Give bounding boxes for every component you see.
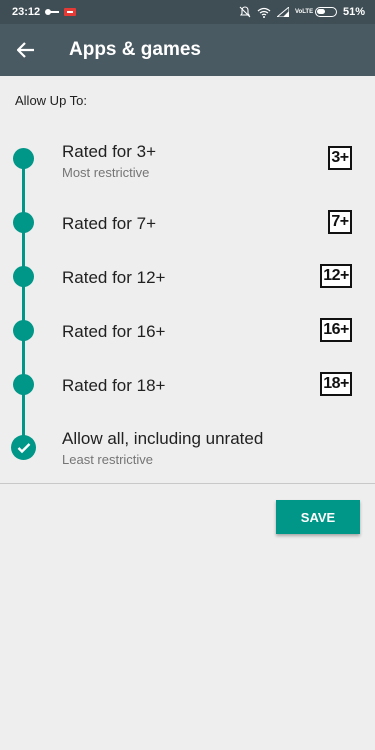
rating-badge-3: 3+ — [328, 146, 352, 170]
option-title: Rated for 18+ — [62, 376, 166, 395]
option-rated-16[interactable]: Rated for 16+ 16+ — [0, 304, 375, 358]
timeline-dot — [13, 212, 34, 233]
battery-icon — [314, 7, 337, 17]
timeline-dot — [13, 266, 34, 287]
status-left: 23:12 — [12, 0, 77, 24]
app-bar: Apps & games — [0, 24, 375, 76]
option-rated-7[interactable]: Rated for 7+ 7+ — [0, 196, 375, 250]
option-rated-12[interactable]: Rated for 12+ 12+ — [0, 250, 375, 304]
option-title: Rated for 7+ — [62, 214, 157, 233]
rating-badge-18: 18+ — [320, 372, 352, 396]
notification-icon — [64, 8, 77, 16]
option-allow-all[interactable]: Allow all, including unrated Least restr… — [0, 420, 375, 476]
option-title: Rated for 12+ — [62, 268, 166, 287]
option-title: Rated for 16+ — [62, 322, 166, 341]
wifi-icon — [257, 7, 271, 18]
status-bar: 23:12 VoLTE 51% — [0, 0, 375, 24]
option-title: Allow all, including unrated — [62, 429, 264, 448]
option-subtitle: Least restrictive — [62, 452, 154, 467]
timeline-dot — [13, 320, 34, 341]
option-title: Rated for 3+ — [62, 142, 157, 161]
rating-badge-12: 12+ — [320, 264, 352, 288]
option-subtitle: Most restrictive — [62, 165, 150, 180]
timeline-dot — [13, 148, 34, 169]
bell-off-icon — [239, 6, 251, 18]
signal-icon — [276, 7, 289, 17]
selected-check — [11, 435, 36, 460]
divider — [0, 483, 375, 484]
battery-percent: 51% — [342, 6, 365, 18]
timeline-dot — [13, 374, 34, 395]
check-icon — [17, 442, 30, 453]
option-rated-3[interactable]: Rated for 3+ Most restrictive 3+ — [0, 133, 375, 187]
rating-badge-16: 16+ — [320, 318, 352, 342]
status-time: 23:12 — [12, 6, 41, 18]
battery-fill — [316, 9, 325, 14]
save-button[interactable]: SAVE — [276, 500, 360, 534]
arrow-back-icon — [17, 42, 34, 58]
volte-label: VoLTE — [294, 9, 314, 15]
back-button[interactable] — [12, 36, 40, 64]
status-right: VoLTE 51% — [239, 0, 365, 24]
option-rated-18[interactable]: Rated for 18+ 18+ — [0, 358, 375, 412]
key-icon — [45, 8, 60, 16]
rating-badge-7: 7+ — [328, 210, 352, 234]
page-title: Apps & games — [69, 39, 201, 60]
allow-up-to-label: Allow Up To: — [15, 93, 88, 108]
